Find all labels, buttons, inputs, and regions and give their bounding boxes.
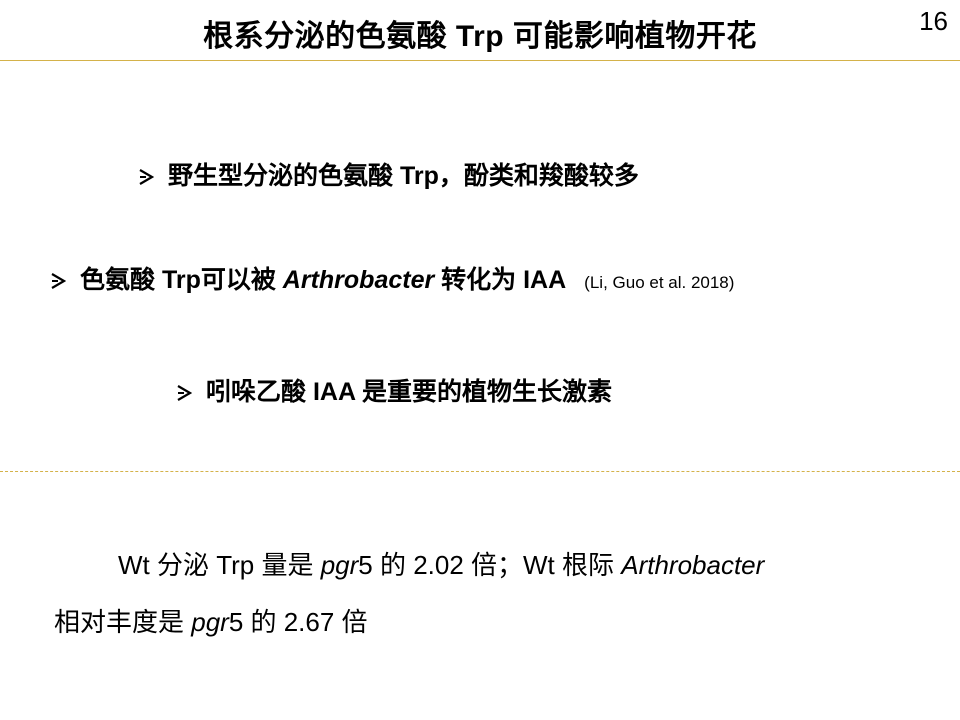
para-text: 相对丰度是 <box>54 607 192 637</box>
arrow-bullet-icon <box>138 168 154 186</box>
gene-name: pgr <box>320 550 359 580</box>
gene-name: pgr <box>191 607 229 637</box>
bullet-text-post: 转化为 IAA <box>434 266 567 294</box>
arrow-bullet-icon <box>176 384 192 402</box>
bullet-text: 吲哚乙酸 IAA 是重要的植物生长激素 <box>206 378 613 406</box>
section-divider <box>0 471 960 472</box>
para-text: Wt 分泌 Trp 量是 <box>118 550 321 580</box>
citation: (Li, Guo et al. 2018) <box>584 273 735 292</box>
bullet-item-1: 野生型分泌的色氨酸 Trp，酚类和羧酸较多 <box>138 156 639 192</box>
title-divider <box>0 60 960 61</box>
para-text: 5 的 2.02 倍；Wt 根际 <box>358 550 622 580</box>
genus-name: Arthrobacter <box>621 550 765 580</box>
page-number: 16 <box>919 6 948 36</box>
bullet-item-2: 色氨酸 Trp可以被 Arthrobacter 转化为 IAA (Li, Guo … <box>50 260 734 296</box>
arrow-bullet-icon <box>50 272 66 290</box>
bullet-text-pre: 色氨酸 Trp可以被 <box>80 266 283 294</box>
bullet-text-genus: Arthrobacter <box>282 266 435 294</box>
bullet-text: 野生型分泌的色氨酸 Trp，酚类和羧酸较多 <box>168 162 639 190</box>
slide-title: 根系分泌的色氨酸 Trp 可能影响植物开花 <box>203 20 757 53</box>
bullet-item-3: 吲哚乙酸 IAA 是重要的植物生长激素 <box>176 372 612 408</box>
para-text: 5 的 2.67 倍 <box>228 607 368 637</box>
paragraph-line-1: Wt 分泌 Trp 量是 pgr5 的 2.02 倍；Wt 根际 Arthrob… <box>118 545 764 582</box>
paragraph-line-2: 相对丰度是 pgr5 的 2.67 倍 <box>54 602 368 639</box>
